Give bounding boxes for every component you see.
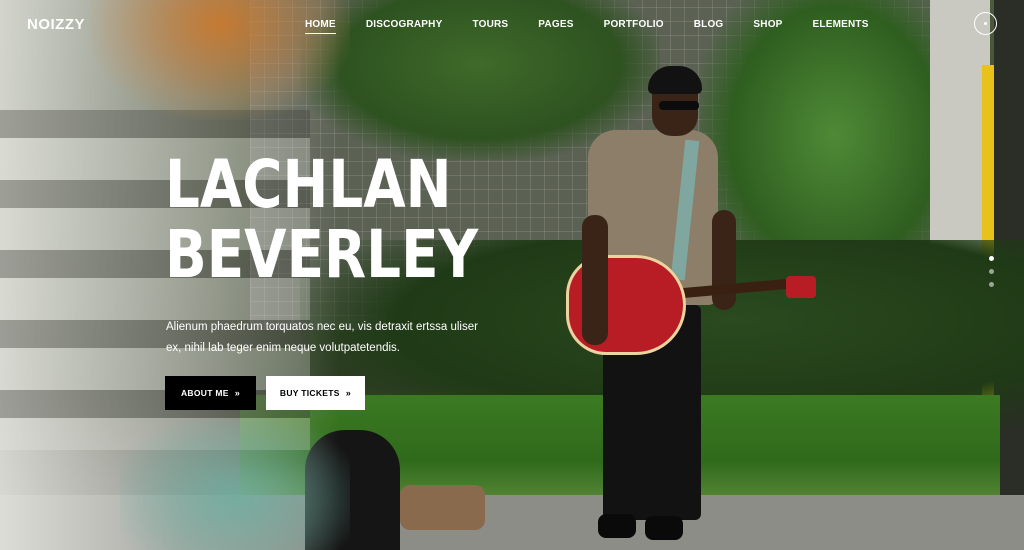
- nav-item-home[interactable]: HOME: [305, 19, 336, 34]
- hero-description-line-1: Alienum phaedrum torquatos nec eu, vis d…: [166, 321, 478, 333]
- nav-item-tours[interactable]: TOURS: [472, 19, 508, 34]
- nav-item-shop[interactable]: SHOP: [753, 19, 782, 34]
- hero-section: [0, 0, 1024, 550]
- sunglasses: [659, 101, 699, 110]
- buy-tickets-button[interactable]: BUY TICKETS »: [266, 376, 365, 410]
- buy-tickets-label: BUY TICKETS: [279, 388, 340, 398]
- bag: [400, 485, 485, 530]
- musician-arm-left: [582, 215, 608, 345]
- double-chevron-right-icon: »: [345, 388, 352, 398]
- slider-pagination: [989, 256, 994, 287]
- nav-item-blog[interactable]: BLOG: [694, 19, 724, 34]
- guitar-headstock: [786, 276, 816, 298]
- blurred-passerby-pants: [120, 420, 350, 550]
- musician-shoe-left: [598, 514, 636, 538]
- nav-item-portfolio[interactable]: PORTFOLIO: [604, 19, 664, 34]
- slider-dot-3[interactable]: [989, 282, 994, 287]
- nav-item-elements[interactable]: ELEMENTS: [813, 19, 869, 34]
- blurred-passerby-hair: [90, 0, 350, 120]
- nav-item-discography[interactable]: DISCOGRAPHY: [366, 19, 443, 34]
- menu-dot-icon: [984, 22, 987, 25]
- nav-item-pages[interactable]: PAGES: [538, 19, 573, 34]
- hero-title: LACHLAN BEVERLEY: [165, 150, 478, 290]
- circle-menu-icon[interactable]: [974, 12, 997, 35]
- double-chevron-right-icon: »: [234, 388, 241, 398]
- hero-description: Alienum phaedrum torquatos nec eu, vis d…: [166, 317, 486, 359]
- site-logo[interactable]: NOIZZY: [27, 16, 85, 33]
- main-nav: HOME DISCOGRAPHY TOURS PAGES PORTFOLIO B…: [305, 19, 899, 34]
- about-me-label: ABOUT ME: [180, 388, 229, 398]
- hero-title-line-2: BEVERLEY: [165, 216, 479, 293]
- slider-dot-1[interactable]: [989, 256, 994, 261]
- hero-title-line-1: LACHLAN: [165, 146, 452, 223]
- slider-dot-2[interactable]: [989, 269, 994, 274]
- hero-description-line-2: ex, nihil lab teger enim neque volutpate…: [166, 342, 400, 354]
- about-me-button[interactable]: ABOUT ME »: [165, 376, 256, 410]
- musician-shoe-right: [645, 516, 683, 540]
